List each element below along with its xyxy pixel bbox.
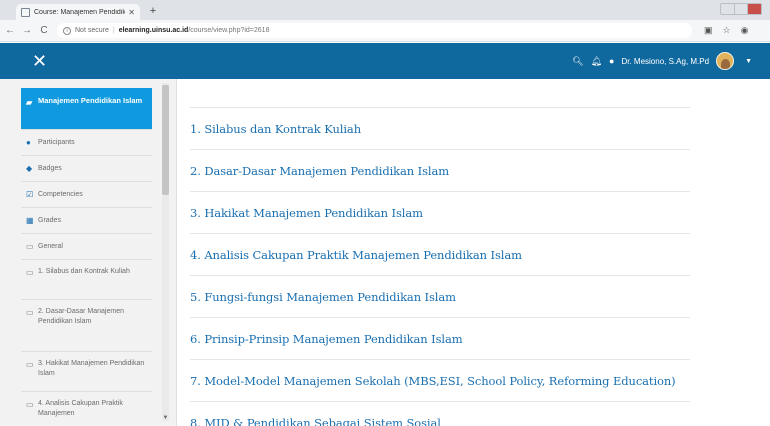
close-tab-icon[interactable]: ✕ xyxy=(128,8,135,17)
topic-title: 4. Analisis Cakupan Praktik Manajemen Pe… xyxy=(190,247,522,262)
topic-title: 6. Prinsip-Prinsip Manajemen Pendidikan … xyxy=(190,331,463,346)
course-content: 1. Silabus dan Kontrak Kuliah 2. Dasar-D… xyxy=(177,79,770,426)
folder-icon: ▭ xyxy=(26,360,34,369)
chat-icon[interactable]: ● xyxy=(609,56,614,66)
bell-icon[interactable]: 🔔︎ xyxy=(591,56,602,67)
avatar[interactable] xyxy=(716,52,735,70)
close-drawer-icon[interactable]: ✕ xyxy=(32,51,52,71)
topic-link-7[interactable]: 7. Model-Model Manajemen Sekolah (MBS,ES… xyxy=(190,360,690,402)
drawer-item-label: General xyxy=(38,243,63,250)
drawer-item-topic-4[interactable]: ▭ 4. Analisis Cakupan Praktik Manajemen xyxy=(21,392,152,426)
nav-drawer: ▰ Manajemen Pendidikan Islam ● Participa… xyxy=(0,79,177,426)
folder-icon: ▭ xyxy=(26,400,34,409)
topic-list: 1. Silabus dan Kontrak Kuliah 2. Dasar-D… xyxy=(190,107,690,426)
topic-link-6[interactable]: 6. Prinsip-Prinsip Manajemen Pendidikan … xyxy=(190,318,690,360)
screen: Course: Manajemen Pendidikan ✕ + ← → C i… xyxy=(0,0,770,426)
drawer-scrollbar[interactable]: ▼ xyxy=(162,83,169,421)
drawer-item-label: Grades xyxy=(38,217,61,224)
moodle-favicon-icon xyxy=(21,7,30,17)
maximize-icon[interactable] xyxy=(735,4,749,14)
topic-title: 5. Fungsi-fungsi Manajemen Pendidikan Is… xyxy=(190,289,456,304)
drawer-item-label: 3. Hakikat Manajemen Pendidikan Islam xyxy=(38,360,145,377)
reload-icon[interactable]: C xyxy=(37,25,51,36)
translate-icon[interactable]: ▣ xyxy=(704,25,713,36)
drawer-item-label: Competencies xyxy=(38,191,83,198)
url-path: /course/view.php?id=2618 xyxy=(188,27,270,34)
competencies-icon: ☑ xyxy=(26,190,34,199)
topic-title: 2. Dasar-Dasar Manajemen Pendidikan Isla… xyxy=(190,163,450,178)
new-tab-button[interactable]: + xyxy=(146,5,160,17)
folder-icon: ▭ xyxy=(26,242,34,251)
browser-tab-title: Course: Manajemen Pendidikan xyxy=(34,8,126,16)
profile-icon[interactable]: ◉ xyxy=(741,25,749,36)
browser-tab[interactable]: Course: Manajemen Pendidikan ✕ xyxy=(16,4,140,20)
drawer-item-participants[interactable]: ● Participants xyxy=(21,130,152,156)
drawer-item-topic-2[interactable]: ▭ 2. Dasar-Dasar Manajemen Pendidikan Is… xyxy=(21,300,152,352)
star-icon[interactable]: ☆ xyxy=(723,25,731,36)
topic-link-1[interactable]: 1. Silabus dan Kontrak Kuliah xyxy=(190,108,690,150)
back-icon[interactable]: ← xyxy=(3,25,17,36)
drawer-list: ▰ Manajemen Pendidikan Islam ● Participa… xyxy=(21,88,152,426)
search-icon[interactable]: 🔍︎ xyxy=(572,56,583,67)
address-bar[interactable]: i Not secure | elearning.uinsu.ac.id /co… xyxy=(57,23,692,38)
user-name[interactable]: Dr. Mesiono, S.Ag, M.Pd xyxy=(621,57,709,66)
browser-toolbar: ← → C i Not secure | elearning.uinsu.ac.… xyxy=(0,20,770,42)
drawer-item-label: Badges xyxy=(38,165,62,172)
drawer-item-course[interactable]: ▰ Manajemen Pendidikan Islam xyxy=(21,88,152,130)
topic-link-8[interactable]: 8. MID & Pendidikan Sebagai Sistem Sosia… xyxy=(190,402,690,426)
topic-title: 3. Hakikat Manajemen Pendidikan Islam xyxy=(190,205,423,220)
topic-title: 1. Silabus dan Kontrak Kuliah xyxy=(190,121,361,136)
drawer-item-label: 1. Silabus dan Kontrak Kuliah xyxy=(38,268,130,275)
drawer-item-label: Participants xyxy=(38,139,75,146)
topic-link-2[interactable]: 2. Dasar-Dasar Manajemen Pendidikan Isla… xyxy=(190,150,690,192)
drawer-item-competencies[interactable]: ☑ Competencies xyxy=(21,182,152,208)
topic-title: 7. Model-Model Manajemen Sekolah (MBS,ES… xyxy=(190,373,676,388)
toolbar-icons: ▣ ☆ ◉ xyxy=(704,25,748,36)
participants-icon: ● xyxy=(26,138,31,147)
drawer-item-badges[interactable]: ◆ Badges xyxy=(21,156,152,182)
topic-link-4[interactable]: 4. Analisis Cakupan Praktik Manajemen Pe… xyxy=(190,234,690,276)
close-window-icon[interactable] xyxy=(748,4,762,14)
url-host: elearning.uinsu.ac.id xyxy=(118,27,189,34)
drawer-item-label: Manajemen Pendidikan Islam xyxy=(38,96,143,105)
topic-link-5[interactable]: 5. Fungsi-fungsi Manajemen Pendidikan Is… xyxy=(190,276,690,318)
chevron-down-icon[interactable]: ▼ xyxy=(745,58,752,65)
grades-icon: ▦ xyxy=(26,216,34,225)
drawer-item-label: 4. Analisis Cakupan Praktik Manajemen xyxy=(38,400,123,417)
topic-title: 8. MID & Pendidikan Sebagai Sistem Sosia… xyxy=(190,415,441,426)
window-controls[interactable] xyxy=(720,3,762,15)
drawer-item-grades[interactable]: ▦ Grades xyxy=(21,208,152,234)
minimize-icon[interactable] xyxy=(721,4,735,14)
badge-icon: ◆ xyxy=(26,164,33,173)
drawer-item-general[interactable]: ▭ General xyxy=(21,234,152,260)
forward-icon[interactable]: → xyxy=(20,25,34,36)
folder-icon: ▭ xyxy=(26,308,34,317)
topic-link-3[interactable]: 3. Hakikat Manajemen Pendidikan Islam xyxy=(190,192,690,234)
info-icon[interactable]: i xyxy=(63,26,71,35)
user-menu-area: 🔍︎ 🔔︎ ● Dr. Mesiono, S.Ag, M.Pd ▼ xyxy=(572,43,752,79)
scrollbar-thumb[interactable] xyxy=(162,85,169,195)
scroll-down-icon[interactable]: ▼ xyxy=(162,415,169,421)
site-navbar: ✕ 🔍︎ 🔔︎ ● Dr. Mesiono, S.Ag, M.Pd ▼ xyxy=(0,43,770,79)
url-separator: | xyxy=(112,27,115,34)
graduation-cap-icon: ▰ xyxy=(26,98,33,107)
drawer-item-topic-3[interactable]: ▭ 3. Hakikat Manajemen Pendidikan Islam xyxy=(21,352,152,392)
drawer-item-topic-1[interactable]: ▭ 1. Silabus dan Kontrak Kuliah xyxy=(21,260,152,300)
folder-icon: ▭ xyxy=(26,268,34,277)
not-secure-label: Not secure xyxy=(75,27,109,34)
browser-tab-strip: Course: Manajemen Pendidikan ✕ + xyxy=(0,0,770,20)
drawer-item-label: 2. Dasar-Dasar Manajemen Pendidikan Isla… xyxy=(38,308,124,325)
